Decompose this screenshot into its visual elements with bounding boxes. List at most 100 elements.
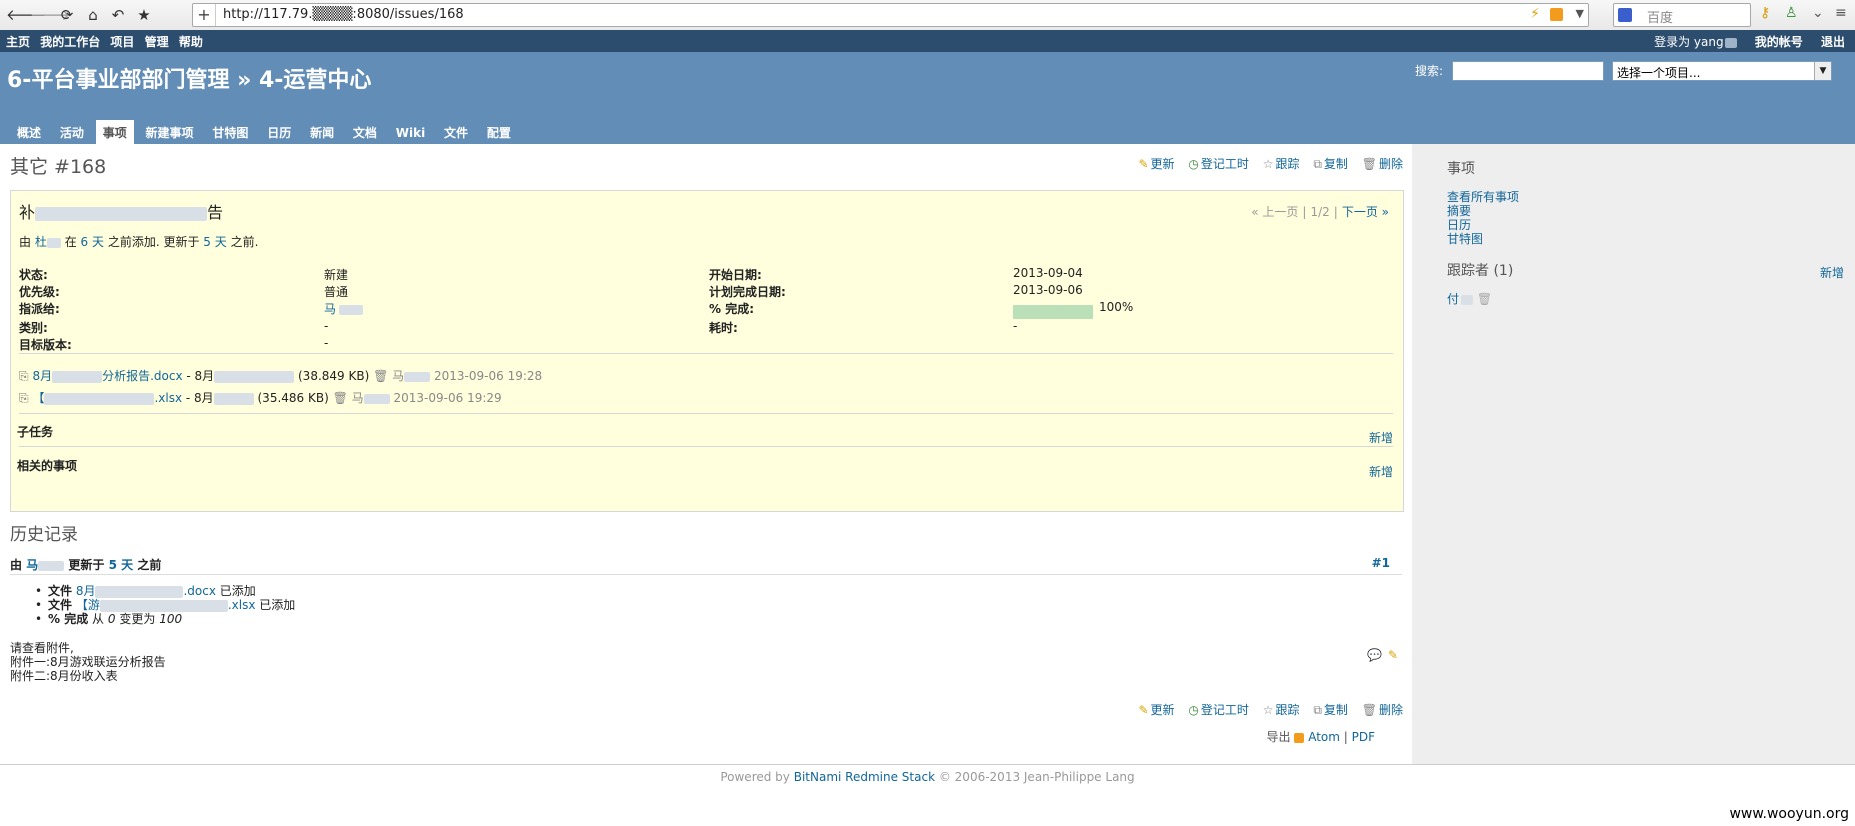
quick-search-input[interactable]	[1452, 61, 1604, 81]
trash-icon[interactable]: 🗑	[333, 391, 348, 405]
add-relation-link[interactable]: 新增	[1369, 463, 1393, 480]
watch-link[interactable]: 跟踪	[1275, 703, 1299, 717]
log-time-link[interactable]: 登记工时	[1201, 703, 1249, 717]
issue-details: 补告 « 上一页 | 1/2 | 下一页 » 由 杜 在 6 天 之前添加. 更新于 5…	[10, 190, 1404, 512]
attachment-link[interactable]: 8月	[32, 369, 52, 383]
divider	[19, 353, 1393, 354]
menu-down-icon[interactable]: ⌄	[1812, 5, 1824, 21]
tab-news[interactable]: 新闻	[303, 120, 341, 144]
issue-subject: 补告	[19, 199, 223, 223]
bitnami-link[interactable]: BitNami Redmine Stack	[794, 770, 935, 784]
reload-icon[interactable]: ⟳	[56, 4, 78, 26]
status-label: 状态:	[19, 268, 48, 282]
lightning-icon[interactable]: ⚡	[1530, 6, 1540, 22]
back-icon[interactable]: 🡐	[6, 4, 46, 26]
target-version-label: 目标版本:	[19, 338, 72, 352]
new-tab-icon[interactable]: +	[193, 4, 216, 26]
menu-icon[interactable]: ≡	[1835, 5, 1847, 21]
issue-actions-top: ✎ 更新 ◷ 登记工时 ☆ 跟踪 ⧉ 复制 🗑 删除	[1128, 155, 1403, 172]
journal-detail: 文件 【游 .xlsx 已添加	[35, 598, 295, 612]
tab-overview[interactable]: 概述	[10, 120, 48, 144]
key-icon[interactable]: ⚷	[1760, 5, 1770, 21]
chevron-down-icon[interactable]: ▼	[1576, 7, 1584, 20]
tab-wiki[interactable]: Wiki	[389, 122, 432, 146]
project-title[interactable]: 6-平台事业部部门管理 » 4-运营中心	[7, 62, 371, 94]
project-select[interactable]: 选择一个项目... ▼	[1612, 61, 1832, 81]
copy-link[interactable]: 复制	[1324, 703, 1348, 717]
add-watcher-link[interactable]: 新增	[1820, 264, 1844, 281]
tab-files[interactable]: 文件	[437, 120, 475, 144]
detail-file-link[interactable]: 8月	[76, 584, 96, 598]
journal-number-link[interactable]: #1	[1372, 556, 1390, 570]
trash-icon[interactable]: 🗑	[373, 369, 388, 383]
tab-calendar[interactable]: 日历	[260, 120, 298, 144]
tab-documents[interactable]: 文档	[346, 120, 384, 144]
pencil-icon[interactable]: ✎	[1388, 648, 1398, 662]
menu-projects[interactable]: 项目	[110, 35, 134, 49]
trash-icon[interactable]: 🗑	[1477, 292, 1492, 306]
tab-issues[interactable]: 事项	[95, 120, 134, 144]
browser-search-input[interactable]: 百度	[1613, 3, 1751, 27]
next-link[interactable]: 下一页 »	[1342, 205, 1389, 219]
spent-time-value: -	[1013, 319, 1018, 333]
search-engine-icon[interactable]	[1618, 8, 1632, 22]
menu-home[interactable]: 主页	[6, 35, 30, 49]
sidebar-issues-title: 事项	[1447, 161, 1475, 177]
tab-new-issue[interactable]: 新建事项	[139, 120, 201, 144]
attachment-link-end[interactable]: .xlsx	[154, 391, 182, 405]
tab-settings[interactable]: 配置	[480, 120, 518, 144]
assignee-value: 马	[324, 300, 364, 317]
menu-admin[interactable]: 管理	[145, 35, 169, 49]
attachment-link-end[interactable]: 分析报告.docx	[102, 369, 182, 383]
menu-help[interactable]: 帮助	[179, 35, 203, 49]
detail-file-link-end[interactable]: .xlsx	[228, 598, 256, 612]
journal-user-link[interactable]: 马	[26, 558, 38, 572]
delete-link[interactable]: 删除	[1379, 157, 1403, 171]
url-text[interactable]: http://117.79.▒▒▒▒:8080/issues/168	[223, 7, 464, 22]
author-link[interactable]: 杜	[35, 235, 47, 249]
undo-icon[interactable]: ↶	[107, 4, 129, 26]
watcher-link[interactable]: 付	[1447, 292, 1459, 306]
updated-ago-link[interactable]: 5 天	[203, 235, 226, 249]
pdf-link[interactable]: PDF	[1352, 730, 1375, 744]
update-link[interactable]: 更新	[1151, 157, 1175, 171]
assignee-link[interactable]: 马	[324, 302, 336, 316]
atom-link[interactable]: Atom	[1308, 730, 1340, 744]
tab-gantt[interactable]: 甘特图	[205, 120, 255, 144]
journal-ago-link[interactable]: 5 天	[109, 558, 134, 572]
redacted	[213, 392, 254, 405]
chevron-down-icon[interactable]: ▼	[1814, 62, 1831, 80]
detail-file-link-end[interactable]: .docx	[183, 584, 215, 598]
update-link[interactable]: 更新	[1151, 703, 1175, 717]
copy-link[interactable]: 复制	[1324, 157, 1348, 171]
attachment-link[interactable]: 【	[32, 391, 44, 405]
search-placeholder: 百度	[1647, 11, 1674, 26]
tab-activity[interactable]: 活动	[53, 120, 91, 144]
note-line: 附件二:8月份收入表	[10, 669, 118, 683]
home-icon[interactable]: ⌂	[82, 4, 104, 26]
attachment-desc: - 8月	[186, 369, 215, 383]
quote-icon[interactable]: 💬	[1367, 648, 1382, 662]
sidebar-link-gantt[interactable]: 甘特图	[1447, 230, 1483, 247]
logout-link[interactable]: 退出	[1821, 35, 1845, 49]
watch-link[interactable]: 跟踪	[1275, 157, 1299, 171]
menu-my-page[interactable]: 我的工作台	[40, 35, 100, 49]
star-icon: ☆	[1262, 157, 1274, 171]
log-time-link[interactable]: 登记工时	[1201, 157, 1249, 171]
rss-icon[interactable]	[1550, 8, 1563, 21]
star-icon[interactable]: ★	[133, 4, 155, 26]
delete-link[interactable]: 删除	[1379, 703, 1403, 717]
add-subtask-link[interactable]: 新增	[1369, 429, 1393, 446]
forward-icon[interactable]: 🡒	[30, 4, 70, 26]
detail-file-link[interactable]: 【游	[76, 598, 100, 612]
prev-link[interactable]: « 上一页	[1251, 205, 1298, 219]
added-ago-link[interactable]: 6 天	[81, 235, 104, 249]
by-text: 由	[10, 558, 23, 572]
my-account-link[interactable]: 我的帐号	[1755, 35, 1803, 49]
user-icon[interactable]: ♙	[1785, 5, 1798, 21]
logged-in-as: 登录为 yang	[1654, 35, 1737, 49]
journal-details: 文件 8月 .docx 已添加 文件 【游 .xlsx 已添加 % 完成 从 0 变…	[35, 584, 295, 626]
in-text: 在	[64, 235, 77, 249]
detail-label: % 完成	[48, 612, 89, 626]
address-bar[interactable]: + http://117.79.▒▒▒▒:8080/issues/168 ⚡ ▼	[192, 3, 1589, 27]
